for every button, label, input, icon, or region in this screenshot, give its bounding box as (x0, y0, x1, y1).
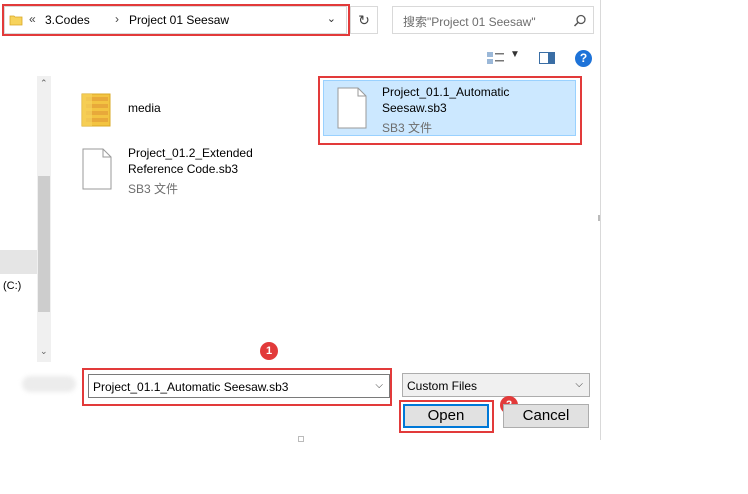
preview-pane-icon[interactable] (539, 52, 555, 64)
callout-selected-file (318, 76, 582, 145)
search-box[interactable]: 搜索"Project 01 Seesaw" (392, 6, 594, 34)
scroll-down-icon[interactable]: ⌄ (40, 346, 48, 357)
file-list: media Project_01.1_Automatic Seesaw.sb3 … (56, 76, 596, 362)
refresh-button[interactable]: ↻ (350, 6, 378, 34)
dialog-footer: Project_01.1_Automatic Seesaw.sb3 ⌵ 1 Cu… (0, 342, 600, 440)
search-icon[interactable] (573, 14, 587, 28)
callout-open-button (399, 400, 494, 433)
file-item-project-01-2[interactable]: Project_01.2_Extended Reference Code.sb3… (76, 144, 296, 200)
scroll-up-icon[interactable]: ⌃ (40, 78, 48, 89)
resize-grip[interactable] (298, 436, 304, 442)
navigation-pane[interactable]: (C:) (0, 76, 38, 362)
search-input[interactable]: 搜索"Project 01 Seesaw" (403, 13, 536, 30)
dialog-edge-mark (598, 215, 600, 221)
file-item-media[interactable]: media (76, 84, 276, 136)
navigation-row: « 3.Codes › Project 01 Seesaw ⌄ ↻ 搜索"Pro… (0, 0, 600, 40)
open-file-dialog: « 3.Codes › Project 01 Seesaw ⌄ ↻ 搜索"Pro… (0, 0, 601, 442)
folder-icon (81, 93, 111, 127)
view-toolbar: ▼ ? (0, 46, 600, 72)
file-type-filter[interactable]: Custom Files ⌵ (402, 373, 590, 397)
nav-scrollbar[interactable]: ⌃ ⌄ (37, 76, 51, 362)
file-name: media (128, 101, 161, 115)
file-name-label (22, 376, 76, 392)
nav-drive-c[interactable]: (C:) (3, 280, 21, 292)
change-view-icon[interactable] (486, 50, 506, 66)
file-name: Project_01.2_Extended Reference Code.sb3 (128, 146, 253, 176)
callout-file-name (82, 368, 392, 406)
help-button[interactable]: ? (575, 50, 592, 67)
file-type-filter-value[interactable]: Custom Files (407, 379, 477, 393)
view-dropdown-icon[interactable]: ▼ (510, 49, 520, 60)
nav-selected-item[interactable] (0, 250, 38, 274)
cancel-button[interactable]: Cancel (503, 404, 589, 428)
callout-badge-1: 1 (260, 342, 278, 360)
callout-address-highlight (2, 4, 350, 36)
scroll-thumb[interactable] (38, 176, 50, 312)
document-icon (82, 148, 112, 190)
chevron-down-icon[interactable]: ⌵ (575, 379, 583, 390)
file-type: SB3 文件 (128, 182, 179, 196)
